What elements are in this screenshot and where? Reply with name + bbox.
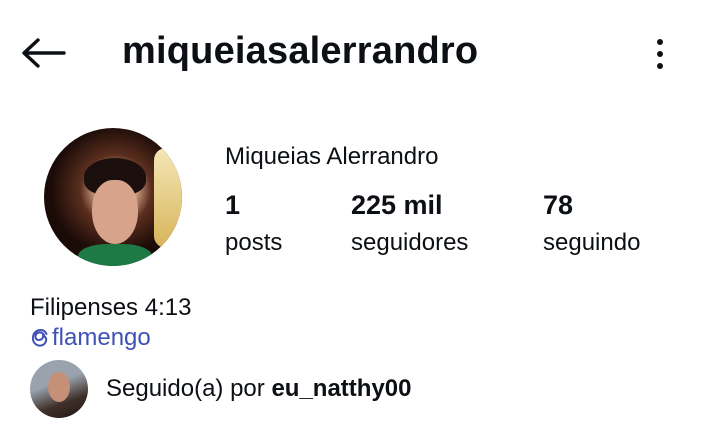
following-count: 78 (543, 190, 574, 220)
followed-by-username[interactable]: eu_natthy00 (271, 375, 411, 402)
followers-count: 225 mil (351, 190, 443, 220)
followed-by-prefix: Seguido(a) por (106, 375, 272, 402)
profile-bio: Filipenses 4:13 (30, 294, 192, 321)
profile-full-name: Miqueias Alerrandro (225, 143, 439, 170)
vertical-dots-icon (657, 39, 663, 69)
following-stat[interactable]: 78 seguindo (543, 190, 640, 257)
arrow-left-icon (22, 38, 66, 68)
threads-link-text: flamengo (52, 324, 151, 351)
more-options-button[interactable] (648, 34, 672, 74)
posts-label: posts (225, 229, 283, 256)
threads-link[interactable]: flamengo (30, 324, 151, 352)
followers-label: seguidores (351, 229, 469, 256)
threads-icon (31, 328, 48, 347)
profile-avatar[interactable] (44, 128, 182, 266)
following-label: seguindo (543, 229, 641, 256)
follower-avatar (30, 360, 88, 418)
followed-by-row[interactable]: Seguido(a) por eu_natthy00 (30, 360, 412, 418)
followers-stat[interactable]: 225 mil seguidores (351, 190, 468, 257)
profile-username-title: miqueiasalerrandro (122, 30, 479, 72)
posts-count: 1 (225, 190, 241, 220)
followed-by-text: Seguido(a) por eu_natthy00 (106, 375, 412, 403)
back-button[interactable] (20, 34, 72, 72)
posts-stat[interactable]: 1 posts (225, 190, 282, 257)
